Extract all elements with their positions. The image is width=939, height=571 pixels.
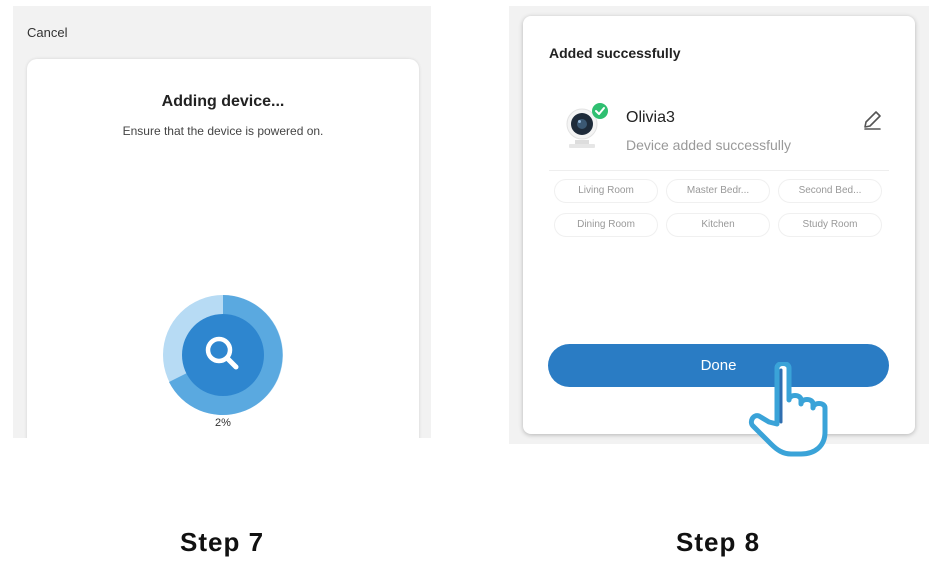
search-progress-spinner xyxy=(163,295,283,415)
room-chip-study-room[interactable]: Study Room xyxy=(778,213,882,237)
adding-device-title: Adding device... xyxy=(161,93,285,110)
divider xyxy=(549,170,889,171)
room-chip-kitchen[interactable]: Kitchen xyxy=(666,213,770,237)
step8-label: Step 8 xyxy=(676,527,761,557)
hand-pointer-icon xyxy=(748,362,828,457)
adding-device-card: Adding device... Ensure that the device … xyxy=(27,59,419,438)
room-chip-second-bedroom[interactable]: Second Bed... xyxy=(778,179,882,203)
room-chip-master-bedroom[interactable]: Master Bedr... xyxy=(666,179,770,203)
pencil-icon[interactable] xyxy=(861,109,883,131)
added-successfully-title: Added successfully xyxy=(549,45,681,61)
room-chip-dining-room[interactable]: Dining Room xyxy=(554,213,658,237)
step7-screen: Cancel Adding device... Ensure that the … xyxy=(13,6,431,438)
room-chip-living-room[interactable]: Living Room xyxy=(554,179,658,203)
progress-percent: 2% xyxy=(215,417,231,429)
cancel-button[interactable]: Cancel xyxy=(27,25,67,40)
camera-icon xyxy=(566,103,608,148)
added-successfully-card: Added successfully Olivia3 Device added … xyxy=(523,16,915,434)
device-name: Olivia3 xyxy=(626,109,675,126)
step7-label: Step 7 xyxy=(180,527,265,557)
power-on-hint: Ensure that the device is powered on. xyxy=(122,124,324,138)
device-status: Device added successfully xyxy=(626,137,791,153)
check-icon xyxy=(592,103,608,119)
